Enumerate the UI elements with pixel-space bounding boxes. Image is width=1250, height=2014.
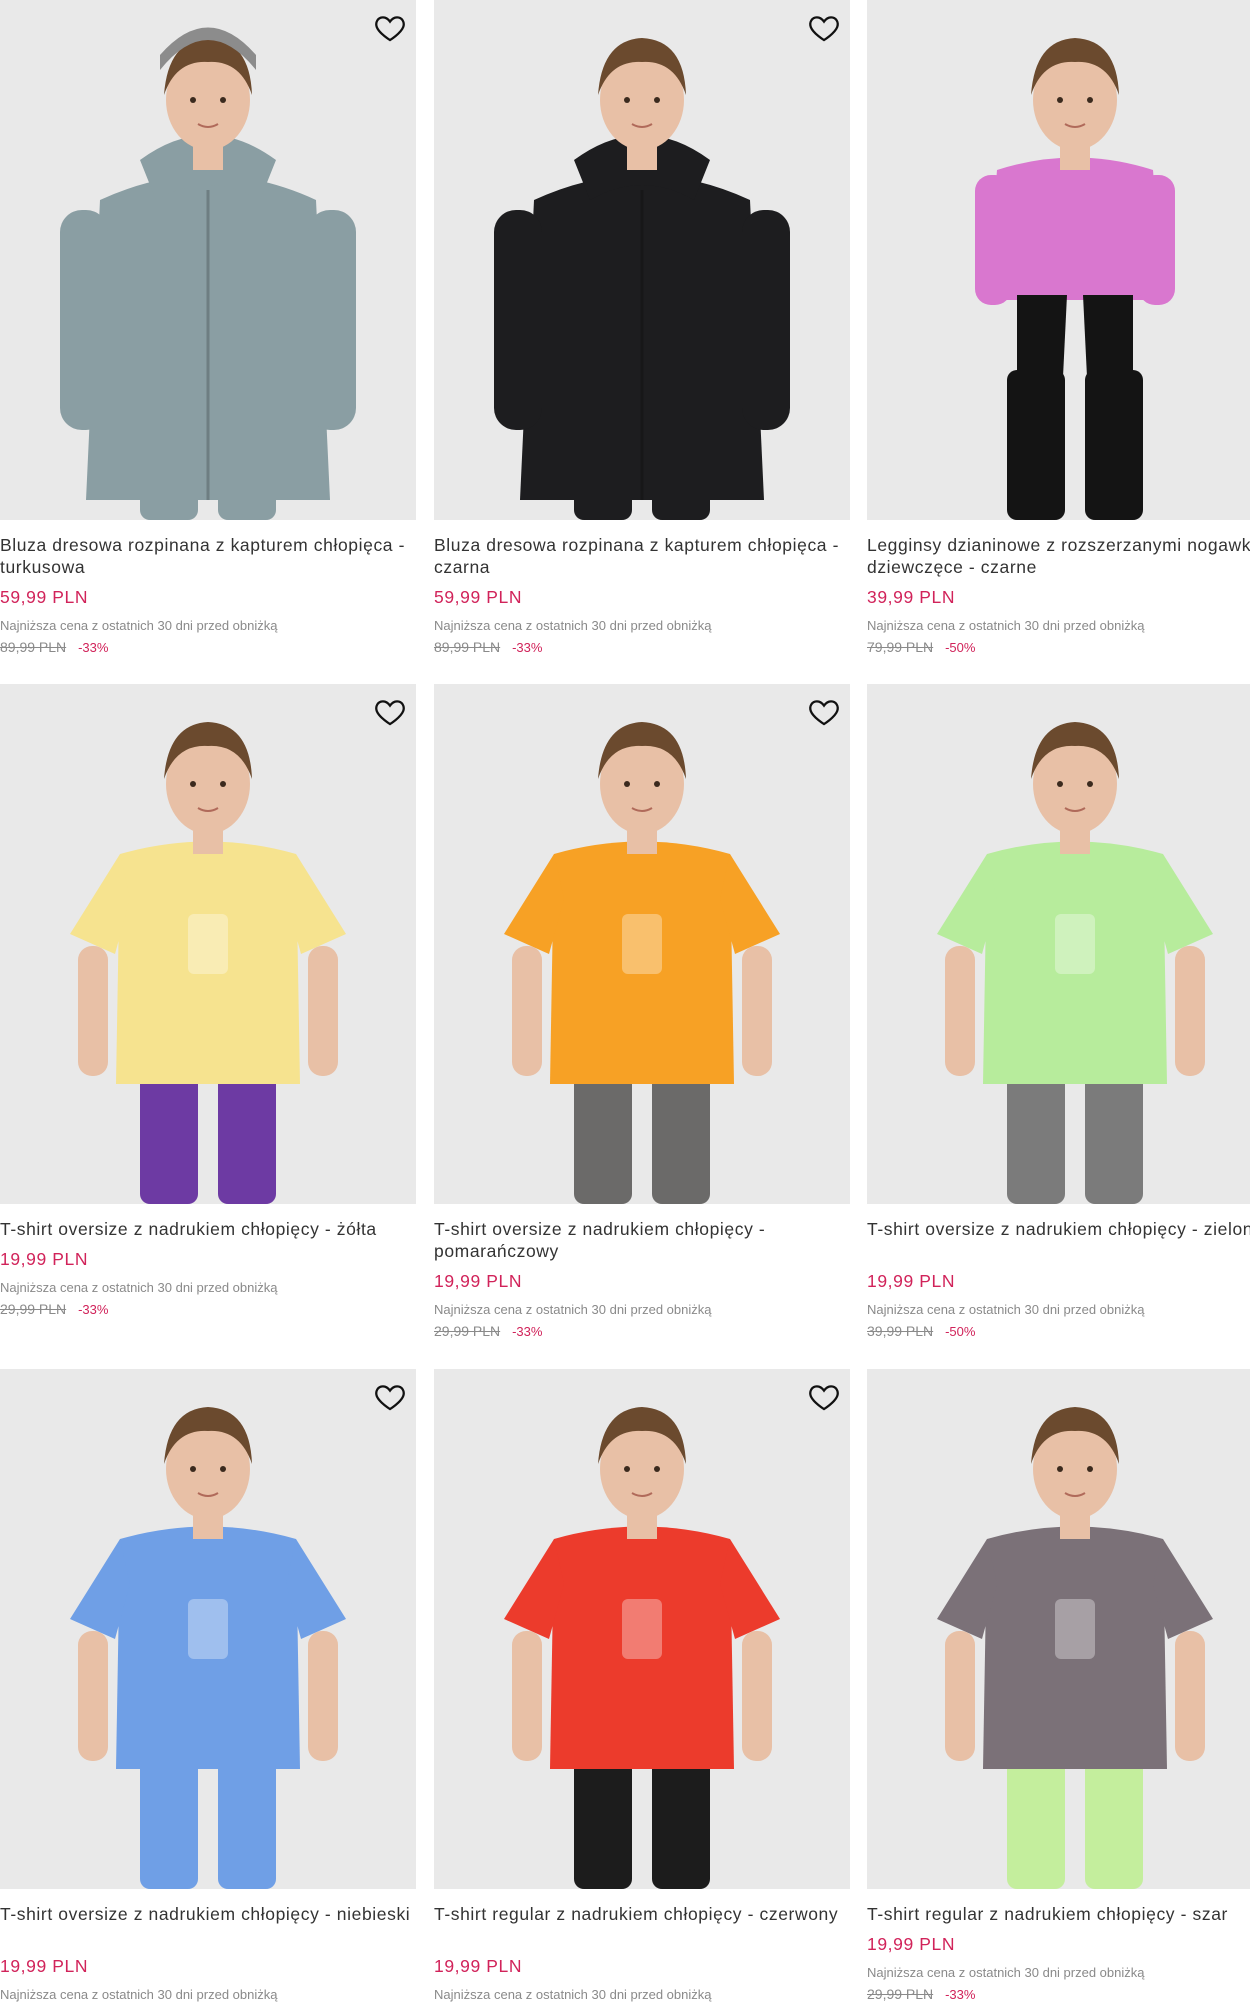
- product-name[interactable]: T-shirt oversize z nadrukiem chłopięcy -…: [0, 1903, 416, 1947]
- product-card[interactable]: T-shirt regular z nadrukiem chłopięcy - …: [434, 1369, 850, 2003]
- product-image[interactable]: [434, 1369, 850, 1889]
- product-photo: [975, 38, 1175, 520]
- wishlist-heart-icon[interactable]: [372, 1379, 408, 1415]
- wishlist-heart-icon[interactable]: [806, 10, 842, 46]
- product-price: 59,99 PLN: [434, 587, 523, 607]
- wishlist-heart-icon[interactable]: [372, 10, 408, 46]
- product-card[interactable]: T-shirt regular z nadrukiem chłopięcy - …: [867, 1369, 1250, 2003]
- product-image[interactable]: [0, 684, 416, 1204]
- old-price-row: 29,99 PLN -33%: [0, 1301, 416, 1318]
- product-name[interactable]: T-shirt regular z nadrukiem chłopięcy - …: [434, 1903, 850, 1947]
- product-price: 19,99 PLN: [0, 1249, 89, 1269]
- product-grid: Bluza dresowa rozpinana z kapturem chłop…: [0, 0, 1250, 2014]
- old-price: 29,99 PLN: [867, 1986, 934, 2002]
- old-price-row: 79,99 PLN -50%: [867, 639, 1250, 656]
- old-price: 79,99 PLN: [867, 639, 934, 655]
- product-image[interactable]: [867, 1369, 1250, 1889]
- product-name[interactable]: Bluza dresowa rozpinana z kapturem chłop…: [0, 534, 416, 578]
- product-image[interactable]: [867, 684, 1250, 1204]
- product-image[interactable]: [434, 684, 850, 1204]
- product-card[interactable]: T-shirt oversize z nadrukiem chłopięcy -…: [0, 1369, 416, 2003]
- product-name[interactable]: Legginsy dzianinowe z rozszerzanymi noga…: [867, 534, 1250, 578]
- discount-badge: -50%: [945, 1324, 976, 1339]
- lowest-price-note: Najniższa cena z ostatnich 30 dni przed …: [434, 1987, 712, 2002]
- product-image[interactable]: [867, 0, 1250, 520]
- lowest-price-note: Najniższa cena z ostatnich 30 dni przed …: [0, 618, 278, 633]
- product-card[interactable]: T-shirt oversize z nadrukiem chłopięcy -…: [434, 684, 850, 1340]
- old-price-row: 89,99 PLN -33%: [0, 639, 416, 656]
- lowest-price-note: Najniższa cena z ostatnich 30 dni przed …: [867, 618, 1145, 633]
- product-photo: [937, 1407, 1213, 1889]
- lowest-price-note: Najniższa cena z ostatnich 30 dni przed …: [0, 1987, 278, 2002]
- lowest-price-note: Najniższa cena z ostatnich 30 dni przed …: [434, 1302, 712, 1317]
- product-price: 19,99 PLN: [867, 1271, 956, 1291]
- old-price-row: 29,99 PLN -33%: [434, 1323, 850, 1340]
- lowest-price-note: Najniższa cena z ostatnich 30 dni przed …: [434, 618, 712, 633]
- old-price: 89,99 PLN: [434, 639, 501, 655]
- product-card[interactable]: T-shirt oversize z nadrukiem chłopięcy -…: [0, 684, 416, 1318]
- lowest-price-note: Najniższa cena z ostatnich 30 dni przed …: [867, 1965, 1145, 1980]
- old-price-row: 29,99 PLN -33%: [867, 1986, 1250, 2003]
- product-price: 19,99 PLN: [867, 1934, 956, 1954]
- lowest-price-note: Najniższa cena z ostatnich 30 dni przed …: [867, 1302, 1145, 1317]
- product-image[interactable]: [434, 0, 850, 520]
- wishlist-heart-icon[interactable]: [372, 694, 408, 730]
- product-image[interactable]: [0, 1369, 416, 1889]
- old-price-row: 39,99 PLN -50%: [867, 1323, 1250, 1340]
- product-image[interactable]: [0, 0, 416, 520]
- product-photo: [504, 722, 780, 1204]
- product-name[interactable]: T-shirt oversize z nadrukiem chłopięcy -…: [867, 1218, 1250, 1262]
- lowest-price-note: Najniższa cena z ostatnich 30 dni przed …: [0, 1280, 278, 1295]
- product-name[interactable]: Bluza dresowa rozpinana z kapturem chłop…: [434, 534, 850, 578]
- old-price: 29,99 PLN: [0, 1301, 67, 1317]
- discount-badge: -33%: [78, 640, 109, 655]
- product-photo: [60, 27, 356, 520]
- discount-badge: -33%: [512, 1324, 543, 1339]
- wishlist-heart-icon[interactable]: [806, 694, 842, 730]
- wishlist-heart-icon[interactable]: [806, 1379, 842, 1415]
- discount-badge: -33%: [945, 1987, 976, 2002]
- product-price: 19,99 PLN: [434, 1956, 523, 1976]
- product-price: 39,99 PLN: [867, 587, 956, 607]
- product-card[interactable]: T-shirt oversize z nadrukiem chłopięcy -…: [867, 684, 1250, 1340]
- product-name[interactable]: T-shirt oversize z nadrukiem chłopięcy -…: [434, 1218, 850, 1262]
- product-photo: [504, 1407, 780, 1889]
- discount-badge: -33%: [512, 640, 543, 655]
- product-price: 19,99 PLN: [0, 1956, 89, 1976]
- old-price-row: 89,99 PLN -33%: [434, 639, 850, 656]
- discount-badge: -50%: [945, 640, 976, 655]
- product-price: 19,99 PLN: [434, 1271, 523, 1291]
- product-price: 59,99 PLN: [0, 587, 89, 607]
- old-price: 29,99 PLN: [434, 1323, 501, 1339]
- product-photo: [494, 38, 790, 520]
- discount-badge: -33%: [78, 1302, 109, 1317]
- product-card[interactable]: Legginsy dzianinowe z rozszerzanymi noga…: [867, 0, 1250, 656]
- old-price: 39,99 PLN: [867, 1323, 934, 1339]
- product-name[interactable]: T-shirt oversize z nadrukiem chłopięcy -…: [0, 1218, 416, 1240]
- old-price: 89,99 PLN: [0, 639, 67, 655]
- product-card[interactable]: Bluza dresowa rozpinana z kapturem chłop…: [0, 0, 416, 656]
- product-photo: [937, 722, 1213, 1204]
- product-card[interactable]: Bluza dresowa rozpinana z kapturem chłop…: [434, 0, 850, 656]
- product-photo: [70, 722, 346, 1204]
- product-photo: [70, 1407, 346, 1889]
- product-name[interactable]: T-shirt regular z nadrukiem chłopięcy - …: [867, 1903, 1250, 1925]
